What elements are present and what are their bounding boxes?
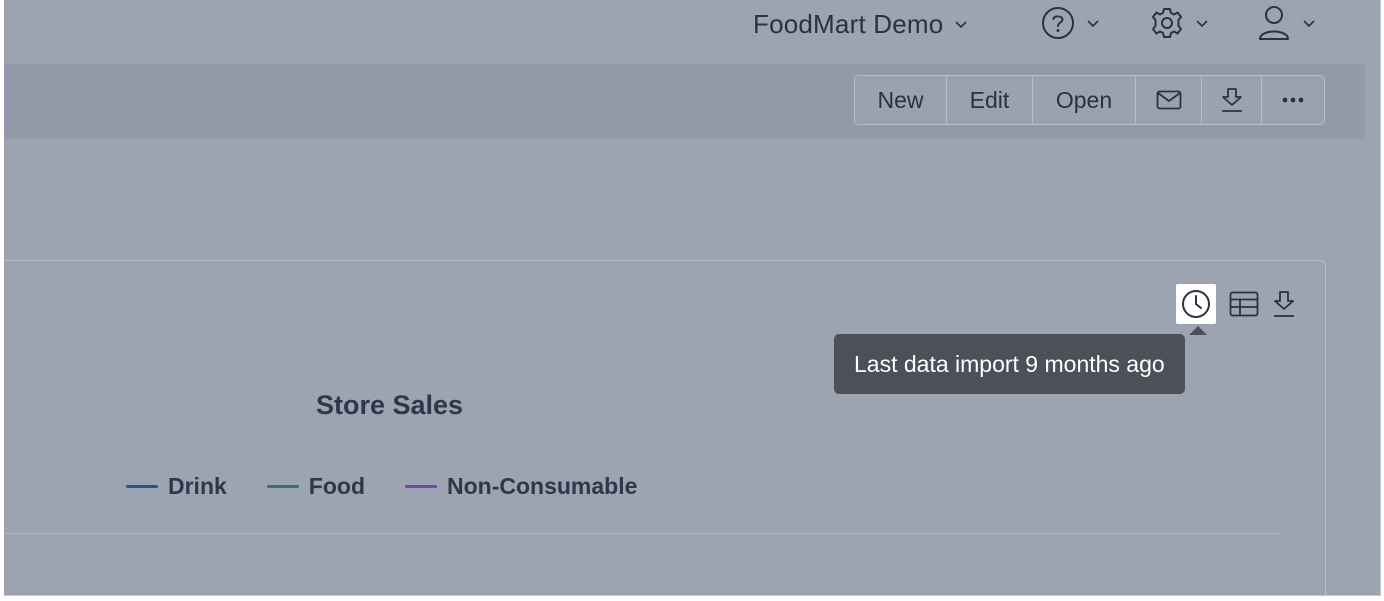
chevron-down-icon bbox=[955, 21, 968, 29]
open-button[interactable]: Open bbox=[1033, 76, 1136, 124]
last-import-button[interactable] bbox=[1176, 284, 1216, 324]
legend-swatch bbox=[126, 485, 158, 488]
tooltip-text: Last data import 9 months ago bbox=[854, 350, 1165, 377]
card-download-button[interactable] bbox=[1264, 284, 1304, 324]
legend-label: Drink bbox=[168, 473, 227, 499]
download-icon bbox=[1274, 291, 1294, 317]
user-menu[interactable] bbox=[1257, 3, 1317, 43]
chart-legend: Drink Food Non-Consumable bbox=[126, 473, 637, 500]
toolbar: New Edit Open bbox=[4, 64, 1365, 139]
download-icon bbox=[1221, 88, 1242, 112]
gear-icon bbox=[1152, 8, 1182, 38]
chart-title: Store Sales bbox=[316, 390, 464, 420]
app-title: FoodMart Demo bbox=[753, 8, 944, 39]
help-circle-icon bbox=[1042, 7, 1074, 39]
chart-plot-divider bbox=[4, 533, 1282, 534]
mail-icon bbox=[1156, 90, 1181, 110]
legend-label: Food bbox=[308, 473, 365, 499]
legend-swatch bbox=[266, 485, 299, 488]
table-view-button[interactable] bbox=[1224, 284, 1264, 324]
settings-menu[interactable] bbox=[1150, 4, 1210, 42]
app-switcher[interactable]: FoodMart Demo bbox=[753, 6, 969, 42]
app-frame: FoodMart Demo New Edit Open Last data im… bbox=[4, 0, 1381, 596]
edit-button[interactable]: Edit bbox=[947, 76, 1033, 124]
more-icon bbox=[1282, 97, 1304, 103]
table-icon bbox=[1229, 291, 1259, 317]
download-button[interactable] bbox=[1202, 76, 1262, 124]
chevron-down-icon bbox=[1196, 20, 1208, 28]
toolbar-button-group: New Edit Open bbox=[854, 75, 1325, 125]
new-button[interactable]: New bbox=[855, 76, 947, 124]
legend-item[interactable]: Food bbox=[266, 473, 365, 500]
legend-item[interactable]: Non-Consumable bbox=[405, 473, 637, 500]
help-menu[interactable] bbox=[1041, 4, 1101, 42]
legend-label: Non-Consumable bbox=[447, 473, 638, 499]
chevron-down-icon bbox=[1087, 20, 1099, 28]
chevron-down-icon bbox=[1303, 20, 1315, 28]
chart-card bbox=[4, 260, 1326, 595]
email-button[interactable] bbox=[1136, 76, 1202, 124]
user-icon bbox=[1259, 6, 1289, 40]
tooltip: Last data import 9 months ago bbox=[834, 326, 1207, 394]
clock-icon bbox=[1182, 290, 1210, 318]
more-button[interactable] bbox=[1262, 76, 1324, 124]
legend-item[interactable]: Drink bbox=[126, 473, 227, 500]
tooltip-arrow bbox=[1189, 326, 1207, 335]
legend-swatch bbox=[405, 485, 437, 488]
